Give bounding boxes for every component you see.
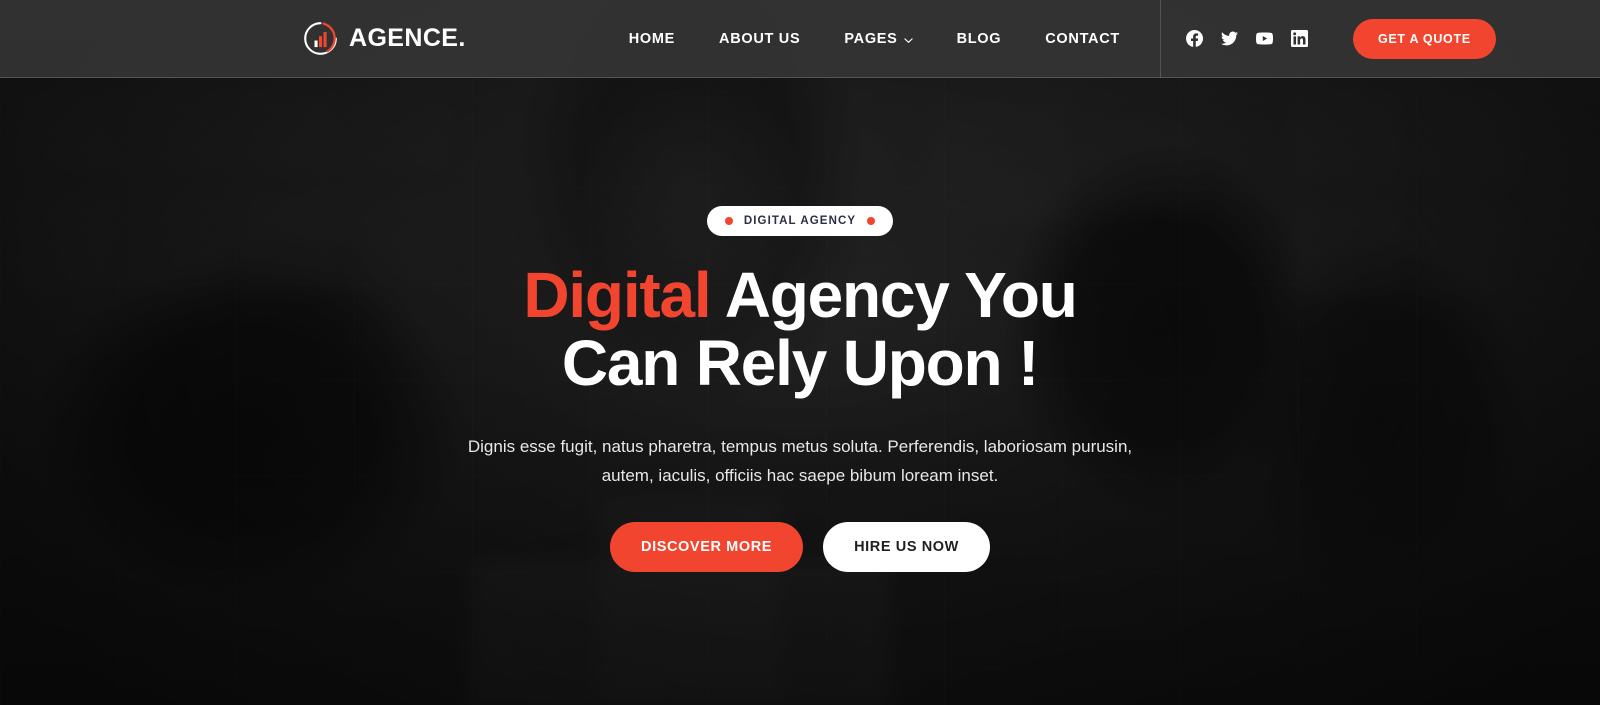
headline-line1-rest: Agency You [710,259,1078,331]
hero-paragraph: Dignis esse fugit, natus pharetra, tempu… [467,437,1133,485]
get-a-quote-button[interactable]: GET A QUOTE [1352,18,1496,59]
nav-item-about-us[interactable]: ABOUT US [697,31,822,47]
headline-line2: Can Rely Upon ! [561,327,1039,399]
hire-us-now-button[interactable]: HIRE US NOW [823,522,990,572]
nav-item-contact[interactable]: CONTACT [1023,31,1142,47]
facebook-icon[interactable] [1185,30,1203,47]
nav-label: ABOUT US [719,30,801,47]
badge-dot-left-icon [724,217,733,225]
linkedin-icon[interactable] [1290,29,1308,48]
discover-more-button[interactable]: DISCOVER MORE [610,522,804,572]
nav-item-blog[interactable]: BLOG [935,31,1024,47]
brand-logo[interactable]: AGENCE. [303,21,466,56]
hero-badge: DIGITAL AGENCY [706,206,894,236]
social-links [1185,29,1308,48]
hero-headline: Digital Agency You Can Rely Upon ! [523,259,1078,399]
chevron-down-icon [903,33,913,43]
nav-label: BLOG [956,30,1002,47]
header-divider [1159,0,1161,78]
twitter-icon[interactable] [1220,30,1238,47]
hero-content: DIGITAL AGENCY Digital Agency You Can Re… [0,78,1600,705]
youtube-icon[interactable] [1255,30,1273,47]
hero-section: AGENCE. HOME ABOUT US PAGES BLOG CONTACT [0,0,1600,705]
main-navigation: HOME ABOUT US PAGES BLOG CONTACT [607,31,1142,47]
hero-badge-label: DIGITAL AGENCY [743,215,857,227]
hero-cta-row: DISCOVER MORE HIRE US NOW [610,522,990,572]
site-header: AGENCE. HOME ABOUT US PAGES BLOG CONTACT [0,0,1600,78]
brand-name: AGENCE. [349,24,466,52]
badge-dot-right-icon [867,217,876,225]
nav-label: PAGES [844,30,898,47]
headline-accent-word: Digital [523,259,711,331]
bar-chart-circle-icon [303,21,338,56]
nav-item-pages[interactable]: PAGES [822,31,934,47]
nav-label: HOME [628,30,676,47]
nav-label: CONTACT [1045,30,1120,47]
nav-item-home[interactable]: HOME [607,31,697,47]
